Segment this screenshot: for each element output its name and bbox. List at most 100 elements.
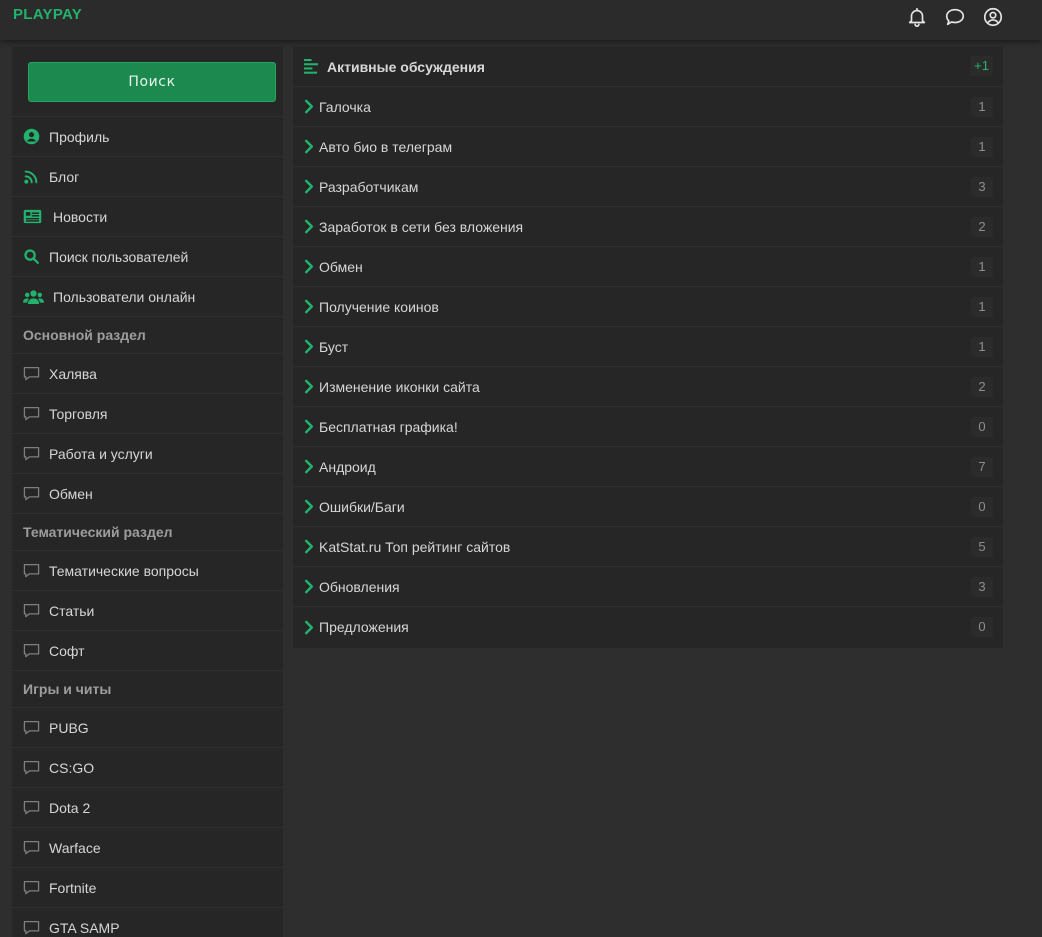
topic-row[interactable]: Обновления 3 — [293, 567, 1003, 607]
comment-icon — [23, 839, 49, 857]
topic-row[interactable]: Обмен 1 — [293, 247, 1003, 287]
comment-icon — [23, 919, 49, 937]
reply-count: 0 — [971, 417, 993, 437]
chat-icon[interactable] — [944, 6, 966, 28]
topic-title: Андроид — [319, 458, 376, 475]
reply-count: 0 — [971, 497, 993, 517]
topic-title: Обмен — [319, 258, 363, 275]
forum-item[interactable]: PUBG — [12, 708, 283, 748]
comment-icon — [23, 445, 49, 463]
nav-item-profile[interactable]: Профиль — [12, 117, 283, 157]
topic-title: Галочка — [319, 98, 371, 115]
comment-icon — [23, 879, 49, 897]
search-area: Поиск — [12, 47, 283, 117]
forum-item[interactable]: Warface — [12, 828, 283, 868]
comment-icon — [23, 365, 49, 383]
topic-title: KatStat.ru Топ рейтинг сайтов — [319, 538, 511, 555]
forum-item[interactable]: GTA SAMP — [12, 908, 283, 937]
section-heading: Игры и читы — [12, 671, 283, 708]
chevron-right-icon — [304, 299, 319, 315]
newspaper-icon — [23, 208, 53, 226]
reply-count: 1 — [971, 97, 993, 117]
topic-row[interactable]: Разработчикам 3 — [293, 167, 1003, 207]
site-logo[interactable]: PLAYPAY — [13, 6, 82, 23]
reply-count: 5 — [971, 537, 993, 557]
forum-item[interactable]: Dota 2 — [12, 788, 283, 828]
reply-count: 1 — [971, 297, 993, 317]
topic-title: Ошибки/Баги — [319, 498, 405, 515]
topic-title: Предложения — [319, 619, 409, 635]
comment-icon — [23, 642, 49, 660]
panel-header: Активные обсуждения +1 — [293, 47, 1003, 87]
nav-item-user-search[interactable]: Поиск пользователей — [12, 237, 283, 277]
section-heading: Тематический раздел — [12, 514, 283, 551]
topic-row[interactable]: KatStat.ru Топ рейтинг сайтов 5 — [293, 527, 1003, 567]
forum-label: PUBG — [49, 719, 89, 736]
forum-item[interactable]: Халява — [12, 354, 283, 394]
forum-label: Софт — [49, 642, 85, 659]
forum-item[interactable]: Работа и услуги — [12, 434, 283, 474]
comment-icon — [23, 562, 49, 580]
topic-title: Бесплатная графика! — [319, 418, 458, 435]
topic-row[interactable]: Андроид 7 — [293, 447, 1003, 487]
user-circle-solid-icon — [23, 128, 49, 146]
forum-label: Обмен — [49, 485, 93, 502]
panel-title: Активные обсуждения — [327, 58, 485, 75]
topic-row[interactable]: Предложения 0 — [293, 607, 1003, 647]
reply-count: 2 — [971, 217, 993, 237]
chevron-right-icon — [304, 459, 319, 475]
new-count-badge: +1 — [970, 56, 993, 76]
forum-item[interactable]: Статьи — [12, 591, 283, 631]
comment-icon — [23, 602, 49, 620]
search-button[interactable]: Поиск — [28, 62, 276, 102]
section-heading: Основной раздел — [12, 317, 283, 354]
forum-label: CS:GO — [49, 759, 95, 776]
reply-count: 0 — [971, 617, 993, 637]
sidebar: Поиск Профиль Блог Новости Поиск пользов… — [12, 47, 283, 937]
rss-icon — [23, 168, 49, 186]
forum-label: Статьи — [49, 602, 95, 619]
topic-row[interactable]: Ошибки/Баги 0 — [293, 487, 1003, 527]
comment-icon — [23, 405, 49, 423]
reply-count: 1 — [971, 257, 993, 277]
comment-icon — [23, 759, 49, 777]
reply-count: 1 — [971, 137, 993, 157]
forum-item[interactable]: Обмен — [12, 474, 283, 514]
forum-item[interactable]: Fortnite — [12, 868, 283, 908]
nav-item-blog[interactable]: Блог — [12, 157, 283, 197]
topic-row[interactable]: Бесплатная графика! 0 — [293, 407, 1003, 447]
chevron-right-icon — [304, 99, 319, 115]
nav-item-online-users[interactable]: Пользователи онлайн — [12, 277, 283, 317]
forum-label: Dota 2 — [49, 799, 91, 816]
chevron-right-icon — [304, 139, 319, 155]
forum-label: Тематические вопросы — [49, 562, 199, 579]
forum-item[interactable]: Торговля — [12, 394, 283, 434]
chevron-right-icon — [304, 339, 319, 355]
topic-row[interactable]: Заработок в сети без вложения 2 — [293, 207, 1003, 247]
topic-row[interactable]: Буст 1 — [293, 327, 1003, 367]
topic-title: Заработок в сети без вложения — [319, 218, 524, 235]
forum-item[interactable]: CS:GO — [12, 748, 283, 788]
chevron-right-icon — [304, 179, 319, 195]
forum-label: Халява — [49, 365, 97, 382]
topic-title: Изменение иконки сайта — [319, 378, 480, 395]
user-circle-icon[interactable] — [982, 6, 1004, 28]
comment-icon — [23, 719, 49, 737]
nav-label: Новости — [53, 208, 108, 225]
forum-label: Работа и услуги — [49, 445, 153, 462]
topic-row[interactable]: Галочка 1 — [293, 87, 1003, 127]
topic-row[interactable]: Получение коинов 1 — [293, 287, 1003, 327]
topic-title: Авто био в телеграм — [319, 138, 453, 155]
align-left-icon — [304, 59, 319, 74]
nav-label: Блог — [49, 168, 80, 185]
bell-icon[interactable] — [906, 6, 928, 28]
chevron-right-icon — [304, 259, 319, 275]
topic-row[interactable]: Авто био в телеграм 1 — [293, 127, 1003, 167]
comment-icon — [23, 485, 49, 503]
forum-item[interactable]: Софт — [12, 631, 283, 671]
topic-row[interactable]: Изменение иконки сайта 2 — [293, 367, 1003, 407]
forum-item[interactable]: Тематические вопросы — [12, 551, 283, 591]
nav-item-news[interactable]: Новости — [12, 197, 283, 237]
topic-title: Получение коинов — [319, 298, 439, 315]
topic-title: Разработчикам — [319, 178, 419, 195]
